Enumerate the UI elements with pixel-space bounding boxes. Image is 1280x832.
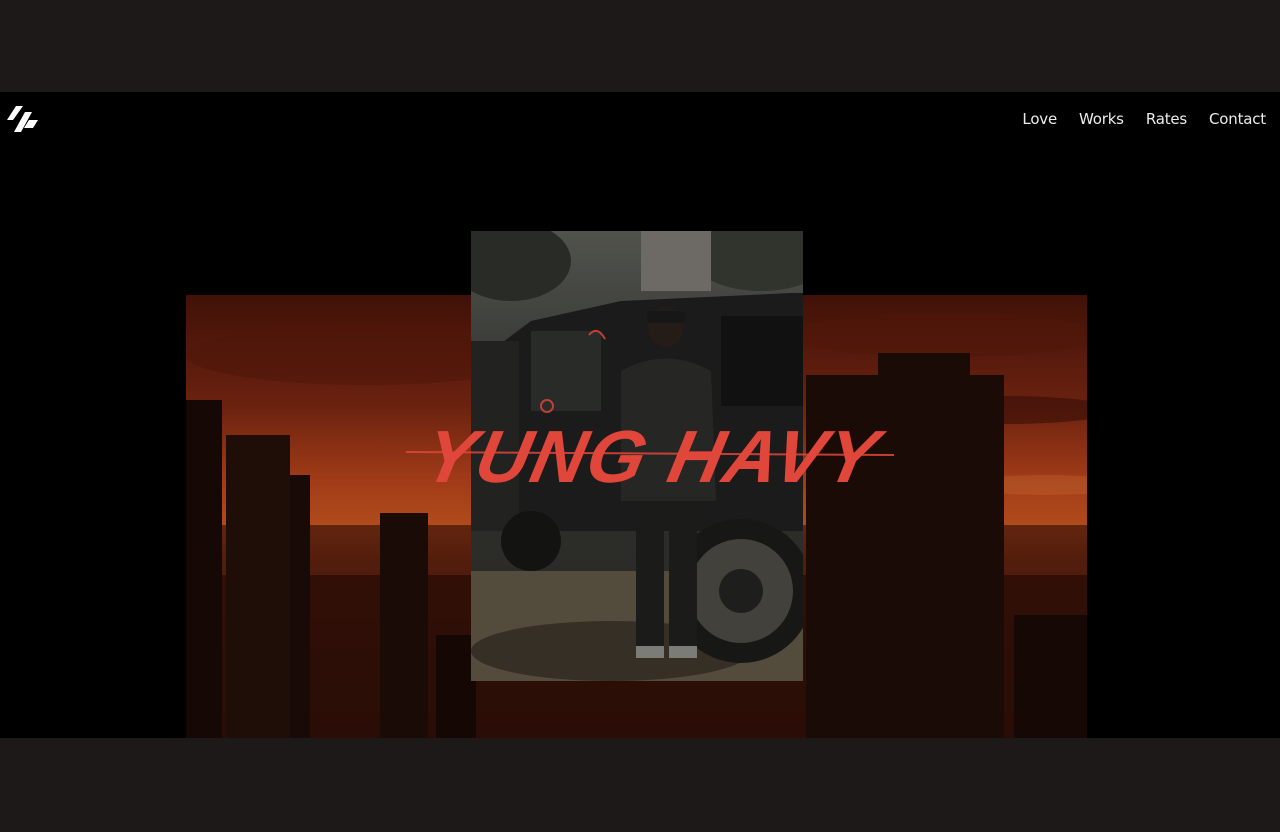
double-slash-logo-icon[interactable] bbox=[7, 106, 39, 134]
hero-title: YUNG HAVY bbox=[405, 415, 895, 498]
hero-title-text: YUNG HAVY bbox=[417, 415, 891, 498]
nav-contact-link[interactable]: Contact bbox=[1209, 110, 1266, 128]
main-nav: Love Works Rates Contact bbox=[1022, 110, 1266, 128]
hero-section: Love Works Rates Contact YUNG HAVY bbox=[0, 92, 1280, 738]
nav-rates-link[interactable]: Rates bbox=[1146, 110, 1187, 128]
nav-works-link[interactable]: Works bbox=[1079, 110, 1124, 128]
nav-love-link[interactable]: Love bbox=[1022, 110, 1057, 128]
